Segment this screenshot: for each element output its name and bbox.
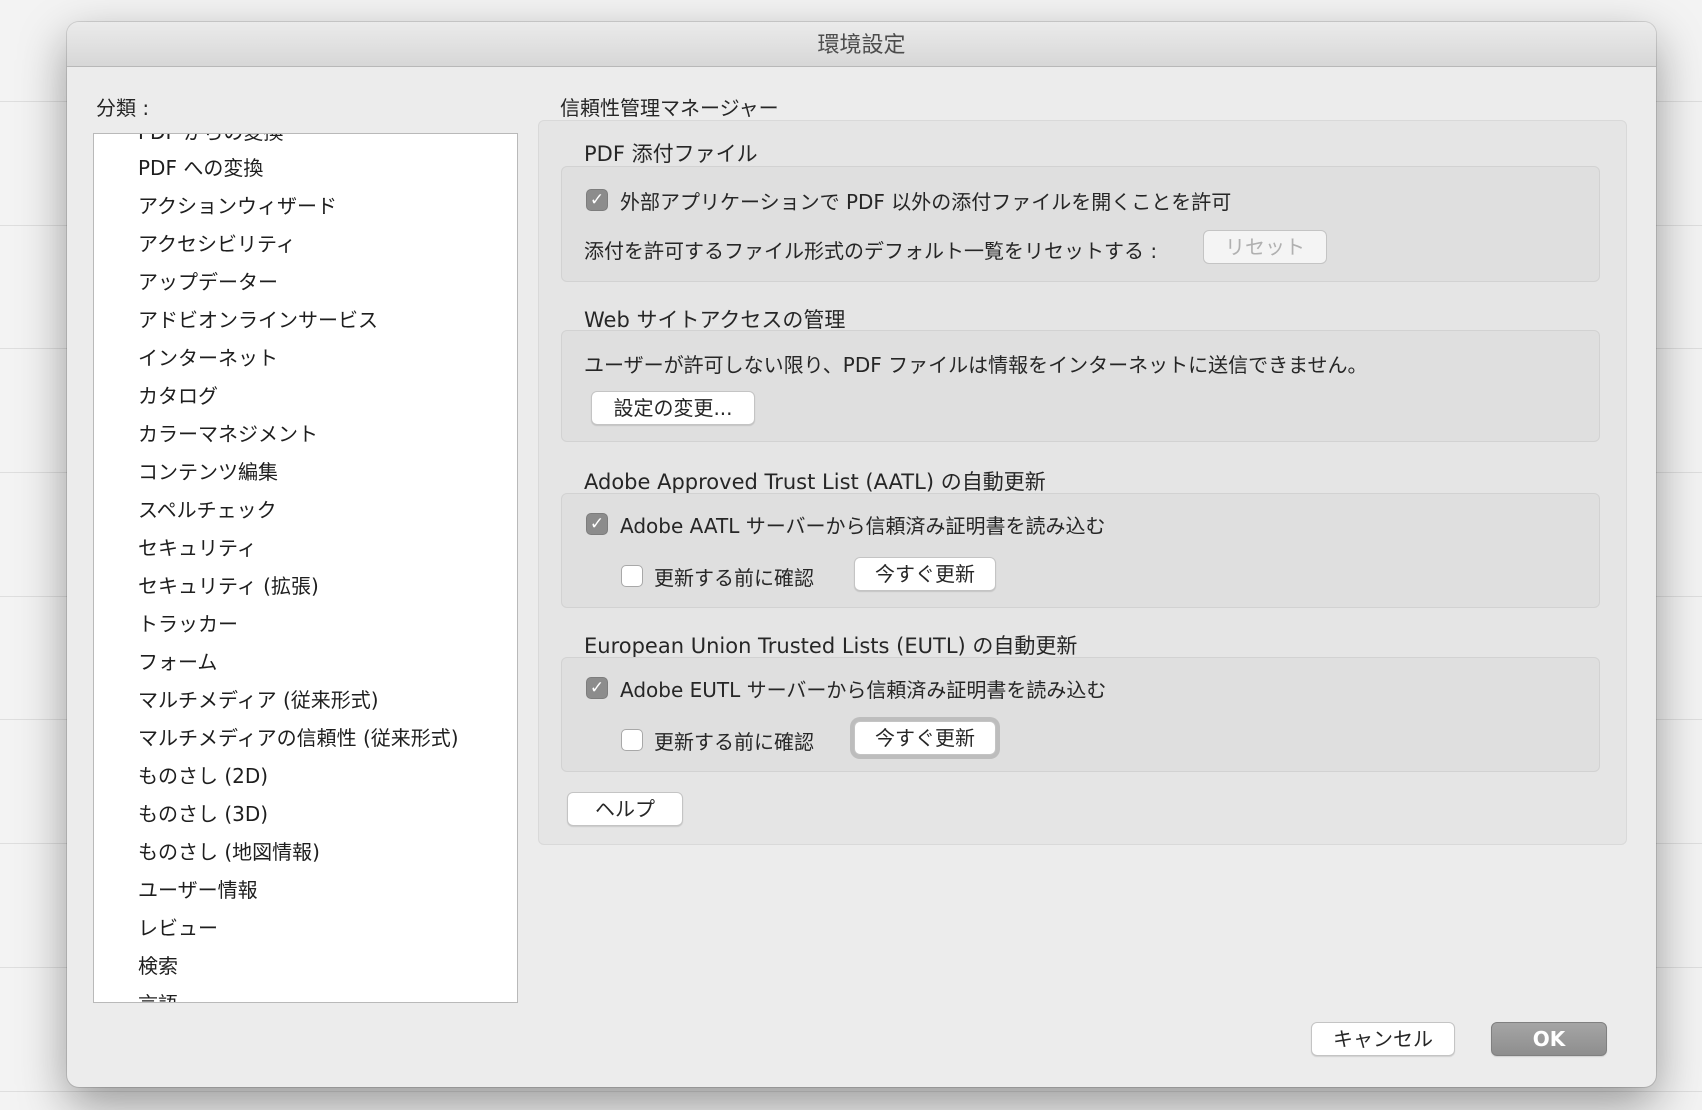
list-item[interactable]: 検索 (138, 950, 178, 979)
help-button[interactable]: ヘルプ (567, 792, 683, 826)
list-item[interactable]: マルチメディア (従来形式) (138, 684, 379, 713)
list-item[interactable]: トラッカー (138, 608, 238, 637)
cancel-button[interactable]: キャンセル (1311, 1022, 1455, 1056)
list-item[interactable]: アクションウィザード (138, 190, 337, 219)
list-item[interactable]: レビュー (138, 912, 218, 941)
aatl-load-checkbox[interactable]: ✓ (586, 513, 608, 535)
checkmark-icon: ✓ (589, 678, 605, 698)
eutl-update-now-button[interactable]: 今すぐ更新 (854, 721, 996, 755)
pdf-attachments-title: PDF 添付ファイル (584, 142, 758, 166)
checkmark-icon: ✓ (589, 514, 605, 534)
category-label: 分類 : (96, 96, 150, 120)
list-item[interactable]: ものさし (地図情報) (138, 836, 320, 865)
preferences-dialog: 環境設定 分類 : PDF からの変換 PDF への変換 アクションウィザード … (67, 22, 1656, 1087)
list-item[interactable]: マルチメディアの信頼性 (従来形式) (138, 722, 459, 751)
eutl-title: European Union Trusted Lists (EUTL) の自動更… (584, 634, 1078, 658)
list-item[interactable]: 言語 (138, 988, 178, 1002)
checkmark-icon: ✓ (589, 190, 605, 210)
list-item[interactable]: ユーザー情報 (138, 874, 258, 903)
aatl-title: Adobe Approved Trust List (AATL) の自動更新 (584, 470, 1046, 494)
ok-button[interactable]: OK (1491, 1022, 1607, 1056)
list-item[interactable]: フォーム (138, 646, 217, 675)
list-item[interactable]: コンテンツ編集 (138, 456, 278, 485)
aatl-confirm-label: 更新する前に確認 (654, 566, 814, 590)
web-access-group (561, 330, 1600, 442)
list-item[interactable]: スペルチェック (138, 494, 277, 523)
change-settings-button[interactable]: 設定の変更... (591, 391, 755, 425)
window-title: 環境設定 (67, 22, 1656, 67)
list-item[interactable]: アドビオンラインサービス (138, 304, 378, 333)
list-item[interactable]: ものさし (2D) (138, 760, 268, 789)
aatl-load-label: Adobe AATL サーバーから信頼済み証明書を読み込む (620, 514, 1106, 538)
aatl-update-now-button[interactable]: 今すぐ更新 (854, 557, 996, 591)
eutl-confirm-label: 更新する前に確認 (654, 730, 814, 754)
reset-file-types-label: 添付を許可するファイル形式のデフォルト一覧をリセットする : (584, 239, 1158, 263)
eutl-confirm-checkbox[interactable] (621, 729, 643, 751)
aatl-confirm-checkbox[interactable] (621, 565, 643, 587)
reset-button[interactable]: リセット (1203, 230, 1327, 264)
list-item[interactable]: カタログ (138, 380, 218, 409)
list-item[interactable]: セキュリティ (拡張) (138, 570, 319, 599)
eutl-load-label: Adobe EUTL サーバーから信頼済み証明書を読み込む (620, 678, 1107, 702)
eutl-load-checkbox[interactable]: ✓ (586, 677, 608, 699)
allow-attachments-checkbox[interactable]: ✓ (586, 189, 608, 211)
list-item[interactable]: ものさし (3D) (138, 798, 268, 827)
list-item[interactable]: アップデーター (138, 266, 278, 295)
list-item[interactable]: インターネット (138, 342, 278, 371)
panel-title: 信頼性管理マネージャー (560, 96, 779, 120)
web-access-description: ユーザーが許可しない限り、PDF ファイルは情報をインターネットに送信できません… (584, 353, 1368, 377)
category-list[interactable]: PDF からの変換 PDF への変換 アクションウィザード アクセシビリティ ア… (93, 133, 518, 1003)
pdf-attachments-group (561, 166, 1600, 282)
allow-attachments-label: 外部アプリケーションで PDF 以外の添付ファイルを開くことを許可 (620, 190, 1232, 214)
list-item[interactable]: セキュリティ (138, 532, 257, 561)
list-item[interactable]: PDF への変換 (138, 152, 263, 181)
list-item[interactable]: アクセシビリティ (138, 228, 296, 257)
list-item[interactable]: PDF からの変換 (138, 134, 283, 145)
list-item[interactable]: カラーマネジメント (138, 418, 318, 447)
